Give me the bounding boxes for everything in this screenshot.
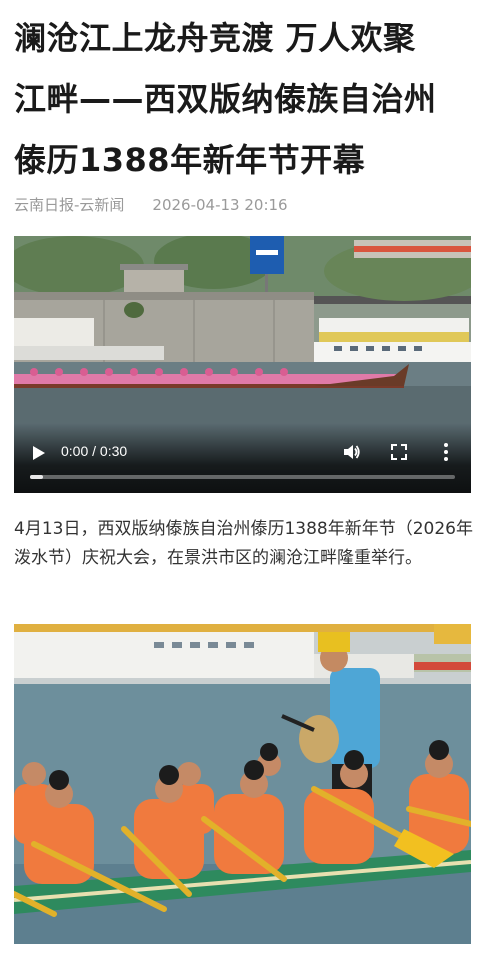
title-line-2: 江畔——西双版纳傣族自治州 bbox=[14, 80, 437, 118]
more-icon[interactable] bbox=[442, 442, 450, 462]
fullscreen-icon[interactable] bbox=[391, 444, 407, 460]
article-page: 澜沧江上龙舟竞渡 万人欢聚 江畔——西双版纳傣族自治州 傣历1388年新年节开幕… bbox=[0, 0, 484, 959]
video-player[interactable]: 0:00 / 0:30 bbox=[14, 236, 471, 493]
title-line-1: 澜沧江上龙舟竞渡 万人欢聚 bbox=[14, 19, 416, 57]
article-photo bbox=[14, 624, 471, 944]
article-paragraph: 4月13日，西双版纳傣族自治州傣历1388年新年节（2026年泼水节）庆祝大会，… bbox=[14, 519, 473, 568]
volume-icon[interactable] bbox=[343, 443, 361, 461]
video-controls: 0:00 / 0:30 bbox=[14, 423, 471, 493]
progress-bar[interactable] bbox=[30, 475, 455, 479]
dragon-boat-photo bbox=[14, 624, 471, 944]
progress-fill bbox=[30, 475, 43, 479]
source-label: 云南日报-云新闻 bbox=[14, 196, 125, 214]
video-time: 0:00 / 0:30 bbox=[61, 443, 128, 459]
article-meta: 云南日报-云新闻 2026-04-13 20:16 bbox=[14, 194, 288, 215]
article-title: 澜沧江上龙舟竞渡 万人欢聚 江畔——西双版纳傣族自治州 傣历1388年新年节开幕 bbox=[14, 8, 474, 191]
title-line-3: 傣历1388年新年节开幕 bbox=[14, 141, 366, 179]
play-icon[interactable] bbox=[32, 445, 46, 461]
publish-time: 2026-04-13 20:16 bbox=[152, 196, 288, 214]
